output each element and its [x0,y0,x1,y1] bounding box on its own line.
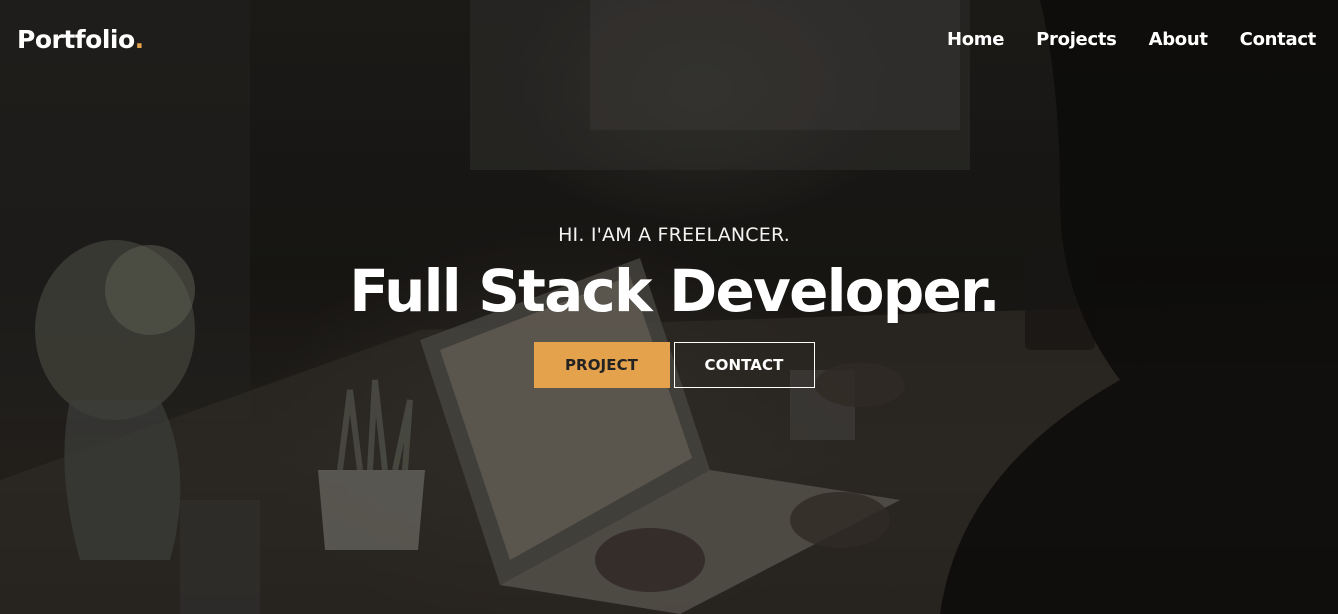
hero-content: HI. I'AM A FREELANCER. Full Stack Develo… [0,224,1338,388]
top-navbar: Portfolio. Home Projects About Contact [0,0,1338,78]
brand-dot: . [134,24,145,54]
main-menu: Home Projects About Contact [947,29,1316,50]
nav-item-projects[interactable]: Projects [1036,29,1117,50]
hero-title: Full Stack Developer. [349,257,1000,325]
hero-buttons: PROJECT CONTACT [533,342,815,388]
hero-subtitle: HI. I'AM A FREELANCER. [558,224,790,246]
hero-section: Portfolio. Home Projects About Contact H… [0,0,1338,614]
brand-logo[interactable]: Portfolio. [17,25,144,54]
nav-item-contact[interactable]: Contact [1240,29,1317,50]
contact-button[interactable]: CONTACT [673,342,815,388]
brand-name: Portfolio [17,24,135,54]
project-button[interactable]: PROJECT [533,342,670,388]
nav-item-about[interactable]: About [1149,29,1208,50]
nav-item-home[interactable]: Home [947,29,1005,50]
